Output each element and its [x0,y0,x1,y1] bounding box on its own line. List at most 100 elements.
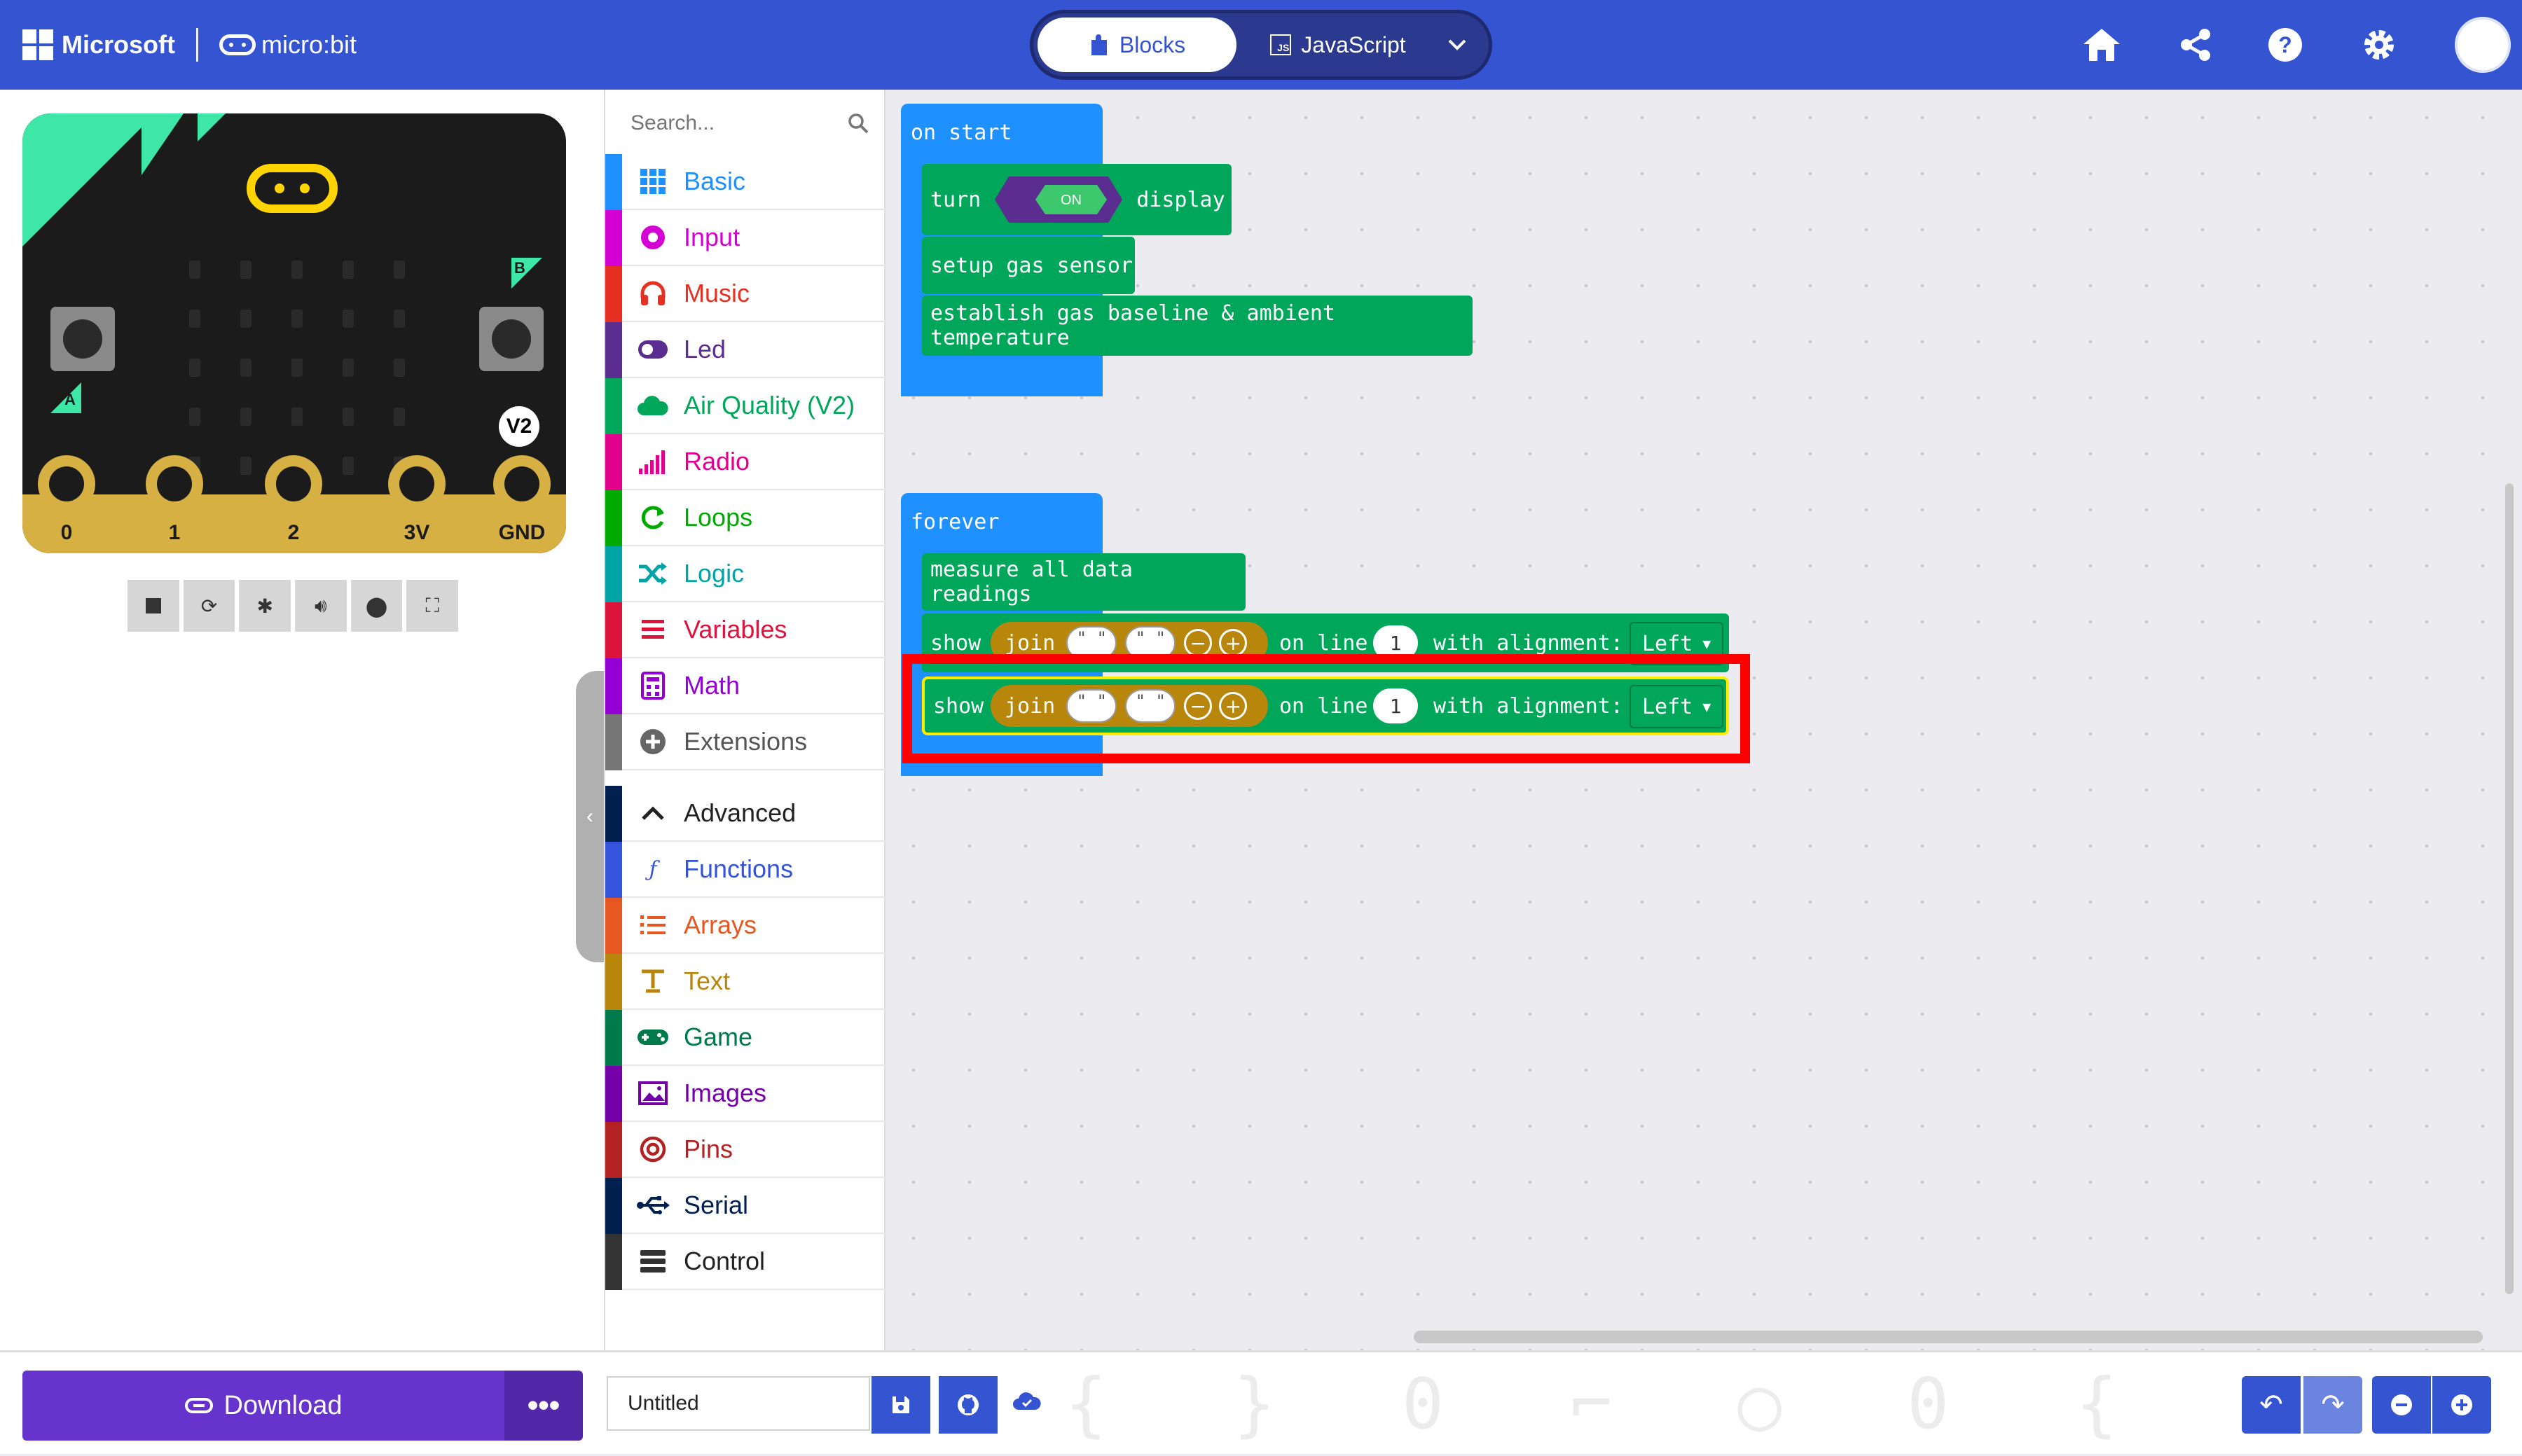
category-arrays[interactable]: Arrays [605,898,886,954]
board-corner-decoration [142,113,184,175]
category-functions[interactable]: ƒ Functions [605,842,886,898]
stop-icon[interactable] [128,580,179,632]
category-loops[interactable]: Loops [605,490,886,546]
language-dropdown-chevron-icon[interactable] [1440,27,1475,62]
led [189,261,200,279]
measure-readings-block[interactable]: measure all data readings [922,553,1246,611]
on-off-toggle[interactable]: ON [993,175,1124,224]
setup-gas-sensor-block[interactable]: setup gas sensor [922,237,1135,294]
cloud-icon [636,389,670,422]
category-basic[interactable]: Basic [605,154,886,210]
category-extensions[interactable]: Extensions [605,714,886,770]
download-button[interactable]: Download [22,1371,504,1441]
screenshot-icon[interactable]: ⬤ [350,580,403,632]
red-highlight-box [902,654,1750,763]
microbit-simulator-board[interactable]: A B V2 0 1 2 3V GND [22,113,566,553]
pin-label: 3V [404,521,430,544]
brand-divider [196,28,198,62]
pin-3v[interactable]: 3V [388,455,446,553]
button-a[interactable] [50,307,115,371]
plus-circle-icon [636,725,670,758]
search-input[interactable] [629,111,842,136]
pin-gnd[interactable]: GND [493,455,551,553]
editor-mode-toggle: Blocks JS JavaScript [1030,10,1492,80]
category-air-quality[interactable]: Air Quality (V2) [605,378,886,434]
zoom-in-icon[interactable] [2432,1376,2491,1434]
category-led[interactable]: Led [605,322,886,378]
category-label: Radio [684,447,750,476]
microbit-label: micro:bit [261,30,357,59]
forever-label: forever [911,510,1000,534]
search-icon[interactable] [848,113,869,134]
pin-1[interactable]: 1 [146,455,203,553]
category-label: Led [684,335,726,363]
undo-icon[interactable]: ↶ [2242,1376,2301,1434]
plus-circle-icon[interactable]: + [1219,629,1248,657]
button-b[interactable] [479,307,544,371]
redo-icon[interactable]: ↷ [2303,1376,2362,1434]
user-avatar[interactable] [2455,17,2511,73]
blocks-tab[interactable]: Blocks [1038,18,1236,72]
category-label: Loops [684,503,753,532]
display-label: display [1136,187,1225,212]
collapse-simulator-chevron-icon[interactable]: ‹ [576,671,604,962]
pin-label: GND [498,521,546,544]
pin-label: 2 [287,521,300,544]
zoom-out-icon[interactable] [2372,1376,2431,1434]
headphones-icon [636,277,670,310]
minus-circle-icon[interactable]: − [1184,629,1213,657]
category-label: Images [684,1079,767,1107]
led [240,457,251,475]
pin-0[interactable]: 0 [38,455,95,553]
category-label: Basic [684,167,746,195]
sound-icon[interactable]: 🔊︎ [295,580,347,632]
led [394,408,405,426]
cloud-sync-icon[interactable] [1012,1390,1042,1421]
save-icon[interactable] [871,1376,930,1434]
category-radio[interactable]: Radio [605,434,886,490]
category-pins[interactable]: Pins [605,1122,886,1178]
blocks-tab-label: Blocks [1119,32,1186,57]
simulator-pane: A B V2 0 1 2 3V GND ⟳ ✱ 🔊︎ ⬤ ⛶ ‹ [0,90,604,1350]
horizontal-scrollbar[interactable] [1414,1331,2483,1343]
led [240,408,251,426]
category-variables[interactable]: Variables [605,602,886,658]
help-icon[interactable]: ? [2260,20,2310,70]
javascript-tab[interactable]: JS JavaScript [1257,18,1419,72]
github-icon[interactable] [939,1376,998,1434]
category-logic[interactable]: Logic [605,546,886,602]
category-game[interactable]: Game [605,1010,886,1066]
category-images[interactable]: Images [605,1066,886,1122]
restart-icon[interactable]: ⟳ [183,580,235,632]
vertical-scrollbar[interactable] [2505,483,2514,1294]
category-math[interactable]: Math [605,658,886,714]
debug-icon[interactable]: ✱ [239,580,291,632]
turn-display-block[interactable]: turn ON display [922,164,1232,235]
establish-baseline-block[interactable]: establish gas baseline & ambient tempera… [922,296,1473,356]
category-input[interactable]: Input [605,210,886,266]
category-label: Air Quality (V2) [684,391,855,420]
fullscreen-icon[interactable]: ⛶ [406,580,459,632]
category-advanced[interactable]: Advanced [605,786,886,842]
refresh-icon [636,501,670,534]
category-serial[interactable]: Serial [605,1178,886,1234]
pin-2[interactable]: 2 [265,455,322,553]
category-label: Control [684,1247,766,1275]
settings-gear-icon[interactable] [2354,20,2404,70]
led [291,261,303,279]
toggle-icon [636,333,670,366]
list-lines-icon [636,613,670,646]
share-icon[interactable] [2170,20,2221,70]
home-icon[interactable] [2076,20,2127,70]
turn-label: turn [930,187,981,212]
category-music[interactable]: Music [605,266,886,322]
more-options-button[interactable]: ••• [504,1371,583,1441]
category-label: Input [684,223,740,251]
category-control[interactable]: Control [605,1234,886,1290]
project-name-input[interactable] [607,1376,870,1431]
category-text[interactable]: Text [605,954,886,1010]
brand[interactable]: Microsoft micro:bit [22,25,357,64]
setup-gas-sensor-label: setup gas sensor [930,253,1133,278]
numbered-list-icon [636,908,670,942]
led [343,310,354,328]
